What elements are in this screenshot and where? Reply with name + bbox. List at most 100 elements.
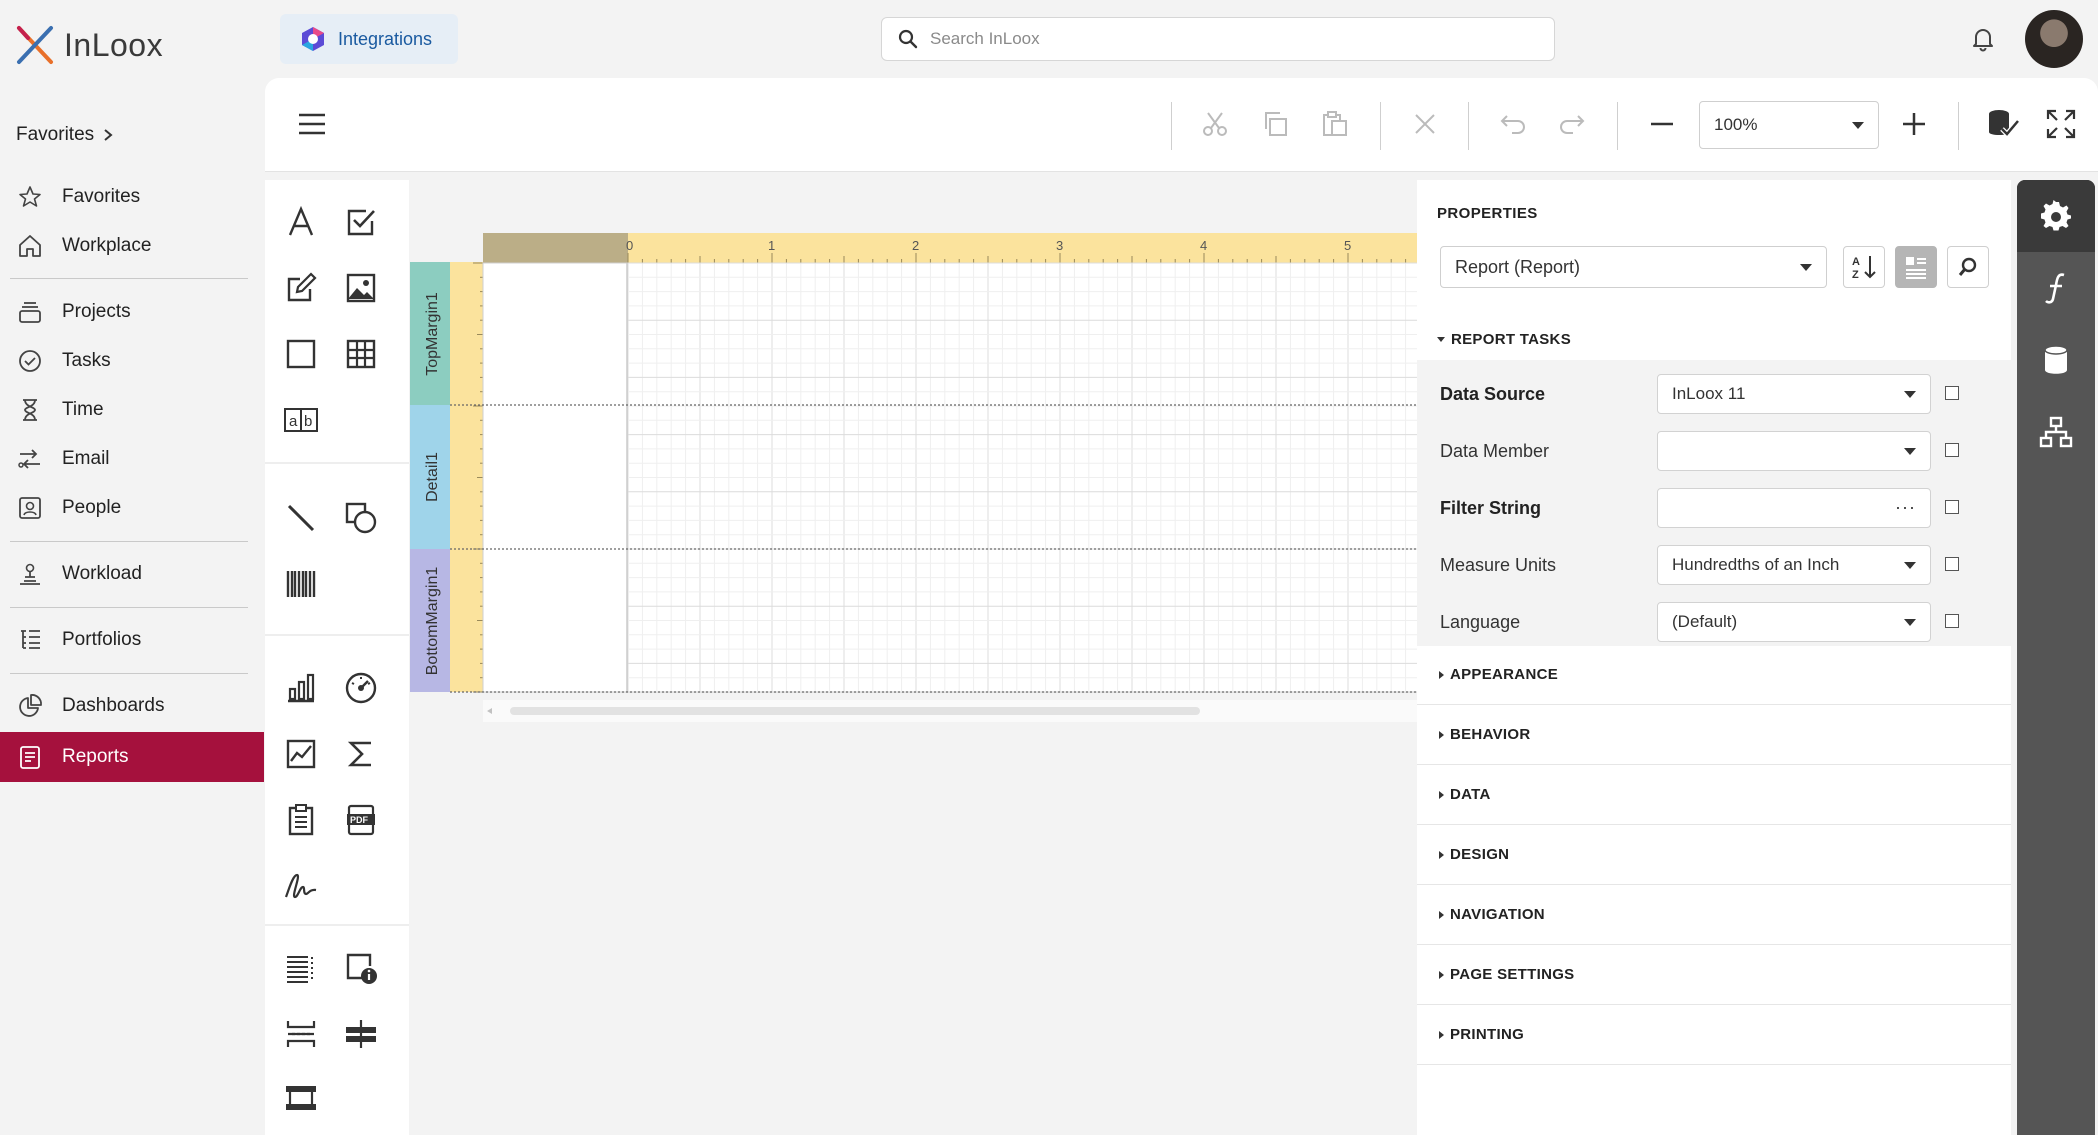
sidebar-item-label: People: [62, 497, 122, 518]
line-tool-icon[interactable]: [279, 496, 323, 540]
caret-down-icon: [1904, 448, 1916, 455]
signature-tool-icon[interactable]: [279, 864, 323, 908]
report-tasks-header[interactable]: REPORT TASKS: [1417, 314, 2011, 364]
property-checkbox[interactable]: [1945, 500, 1959, 514]
search-input[interactable]: [930, 29, 1490, 49]
paste-icon[interactable]: [1315, 104, 1355, 144]
fullscreen-icon[interactable]: [2041, 104, 2081, 144]
ellipsis-icon[interactable]: ···: [1895, 497, 1916, 518]
function-icon: [2045, 273, 2065, 304]
search-properties-button[interactable]: [1947, 246, 1989, 288]
data-source-select[interactable]: InLoox 11: [1657, 374, 1931, 414]
section-data[interactable]: DATA: [1417, 765, 2011, 825]
sidebar-item-label: Portfolios: [62, 629, 142, 650]
property-value: InLoox 11: [1672, 384, 1746, 403]
validate-icon[interactable]: [1983, 104, 2023, 144]
report-tasks-body: Data Source InLoox 11 Data Member Filter…: [1417, 360, 2011, 646]
gear-icon: [2041, 200, 2071, 231]
subreport-tool-icon[interactable]: [279, 798, 323, 842]
sidebar-item-portfolios[interactable]: Portfolios: [0, 615, 264, 665]
section-appearance[interactable]: APPEARANCE: [1417, 645, 2011, 705]
property-checkbox[interactable]: [1945, 614, 1959, 628]
cut-icon[interactable]: [1195, 104, 1235, 144]
panel-tool-icon[interactable]: [279, 332, 323, 376]
cross-band-line-tool-icon[interactable]: [339, 1012, 383, 1056]
favorites-header[interactable]: Favorites: [16, 124, 114, 146]
sort-alpha-button[interactable]: AZ: [1843, 246, 1885, 288]
section-navigation[interactable]: NAVIGATION: [1417, 885, 2011, 945]
bell-icon[interactable]: [1970, 26, 1996, 57]
property-checkbox[interactable]: [1945, 443, 1959, 457]
sidebar-item-email[interactable]: Email: [0, 434, 264, 484]
sidebar-item-workplace[interactable]: Workplace: [0, 221, 264, 271]
sidebar-item-label: Email: [62, 448, 110, 469]
sidebar-item-label: Workload: [62, 563, 142, 584]
inloox-logo[interactable]: InLoox: [16, 24, 163, 66]
menu-hamburger-icon[interactable]: [292, 104, 332, 144]
sidebar-item-favorites[interactable]: Favorites: [0, 172, 264, 222]
horizontal-ruler: [628, 233, 1418, 263]
tab-properties[interactable]: [2017, 180, 2095, 252]
tab-field-list[interactable]: [2017, 324, 2095, 396]
object-select[interactable]: Report (Report): [1440, 246, 1827, 288]
barcode-tool-icon[interactable]: [279, 562, 323, 606]
categories-icon: [1906, 257, 1926, 279]
property-checkbox[interactable]: [1945, 557, 1959, 571]
undo-icon[interactable]: [1493, 104, 1533, 144]
shape-tool-icon[interactable]: [339, 496, 383, 540]
page-info-tool-icon[interactable]: [339, 946, 383, 990]
section-label: PAGE SETTINGS: [1450, 966, 1575, 983]
chart-tool-icon[interactable]: [279, 666, 323, 710]
cross-band-box-tool-icon[interactable]: [279, 1076, 323, 1120]
categorized-view-button[interactable]: [1895, 246, 1937, 288]
property-row-data-member: Data Member: [1417, 423, 2011, 480]
tab-report-explorer[interactable]: [2017, 396, 2095, 468]
picture-tool-icon[interactable]: [339, 266, 383, 310]
toc-tool-icon[interactable]: [279, 946, 323, 990]
label-tool-icon[interactable]: [279, 200, 323, 244]
section-printing[interactable]: PRINTING: [1417, 1005, 2011, 1065]
pdf-content-tool-icon[interactable]: PDF: [339, 798, 383, 842]
summary-sigma-icon[interactable]: [339, 732, 383, 776]
avatar[interactable]: [2025, 10, 2083, 68]
redo-icon[interactable]: [1552, 104, 1592, 144]
table-tool-icon[interactable]: [339, 332, 383, 376]
sidebar-item-tasks[interactable]: Tasks: [0, 336, 264, 386]
gauge-tool-icon[interactable]: [339, 666, 383, 710]
database-icon: [2044, 345, 2068, 374]
sidebar-item-projects[interactable]: Projects: [0, 287, 264, 337]
svg-text:Z: Z: [1852, 269, 1859, 281]
sidebar-item-dashboards[interactable]: Dashboards: [0, 681, 264, 731]
scrollbar-thumb[interactable]: [510, 707, 1200, 715]
delete-icon[interactable]: [1405, 104, 1445, 144]
section-page-settings[interactable]: PAGE SETTINGS: [1417, 945, 2011, 1005]
zoom-select[interactable]: 100%: [1699, 101, 1879, 149]
sidebar-item-reports[interactable]: Reports: [0, 732, 264, 782]
search-box[interactable]: [881, 17, 1555, 61]
tab-expressions[interactable]: [2017, 252, 2095, 324]
integrations-button[interactable]: Integrations: [280, 14, 458, 64]
design-surface[interactable]: TopMargin1 Detail1 BottomMargin1 0 1 2 3…: [410, 230, 1418, 726]
property-row-language: Language (Default): [1417, 594, 2011, 651]
sparkline-tool-icon[interactable]: [279, 732, 323, 776]
section-design[interactable]: DESIGN: [1417, 825, 2011, 885]
measure-units-select[interactable]: Hundredths of an Inch: [1657, 545, 1931, 585]
search-icon: [1958, 257, 1977, 276]
richtext-tool-icon[interactable]: [279, 266, 323, 310]
character-comb-tool-icon[interactable]: ab: [279, 398, 323, 442]
language-select[interactable]: (Default): [1657, 602, 1931, 642]
filter-string-field[interactable]: ···: [1657, 488, 1931, 528]
page-break-tool-icon[interactable]: [279, 1012, 323, 1056]
sidebar-item-workload[interactable]: Workload: [0, 549, 264, 599]
sidebar-item-people[interactable]: People: [0, 483, 264, 533]
copy-icon[interactable]: [1255, 104, 1295, 144]
section-behavior[interactable]: BEHAVIOR: [1417, 705, 2011, 765]
checkbox-tool-icon[interactable]: [339, 200, 383, 244]
expand-arrow-icon: [1439, 730, 1444, 739]
sidebar-item-time[interactable]: Time: [0, 385, 264, 435]
zoom-in-icon[interactable]: [1894, 104, 1934, 144]
top-bar: InLoox Integrations: [0, 0, 2098, 78]
property-checkbox[interactable]: [1945, 386, 1959, 400]
data-member-select[interactable]: [1657, 431, 1931, 471]
zoom-out-icon[interactable]: [1642, 104, 1682, 144]
